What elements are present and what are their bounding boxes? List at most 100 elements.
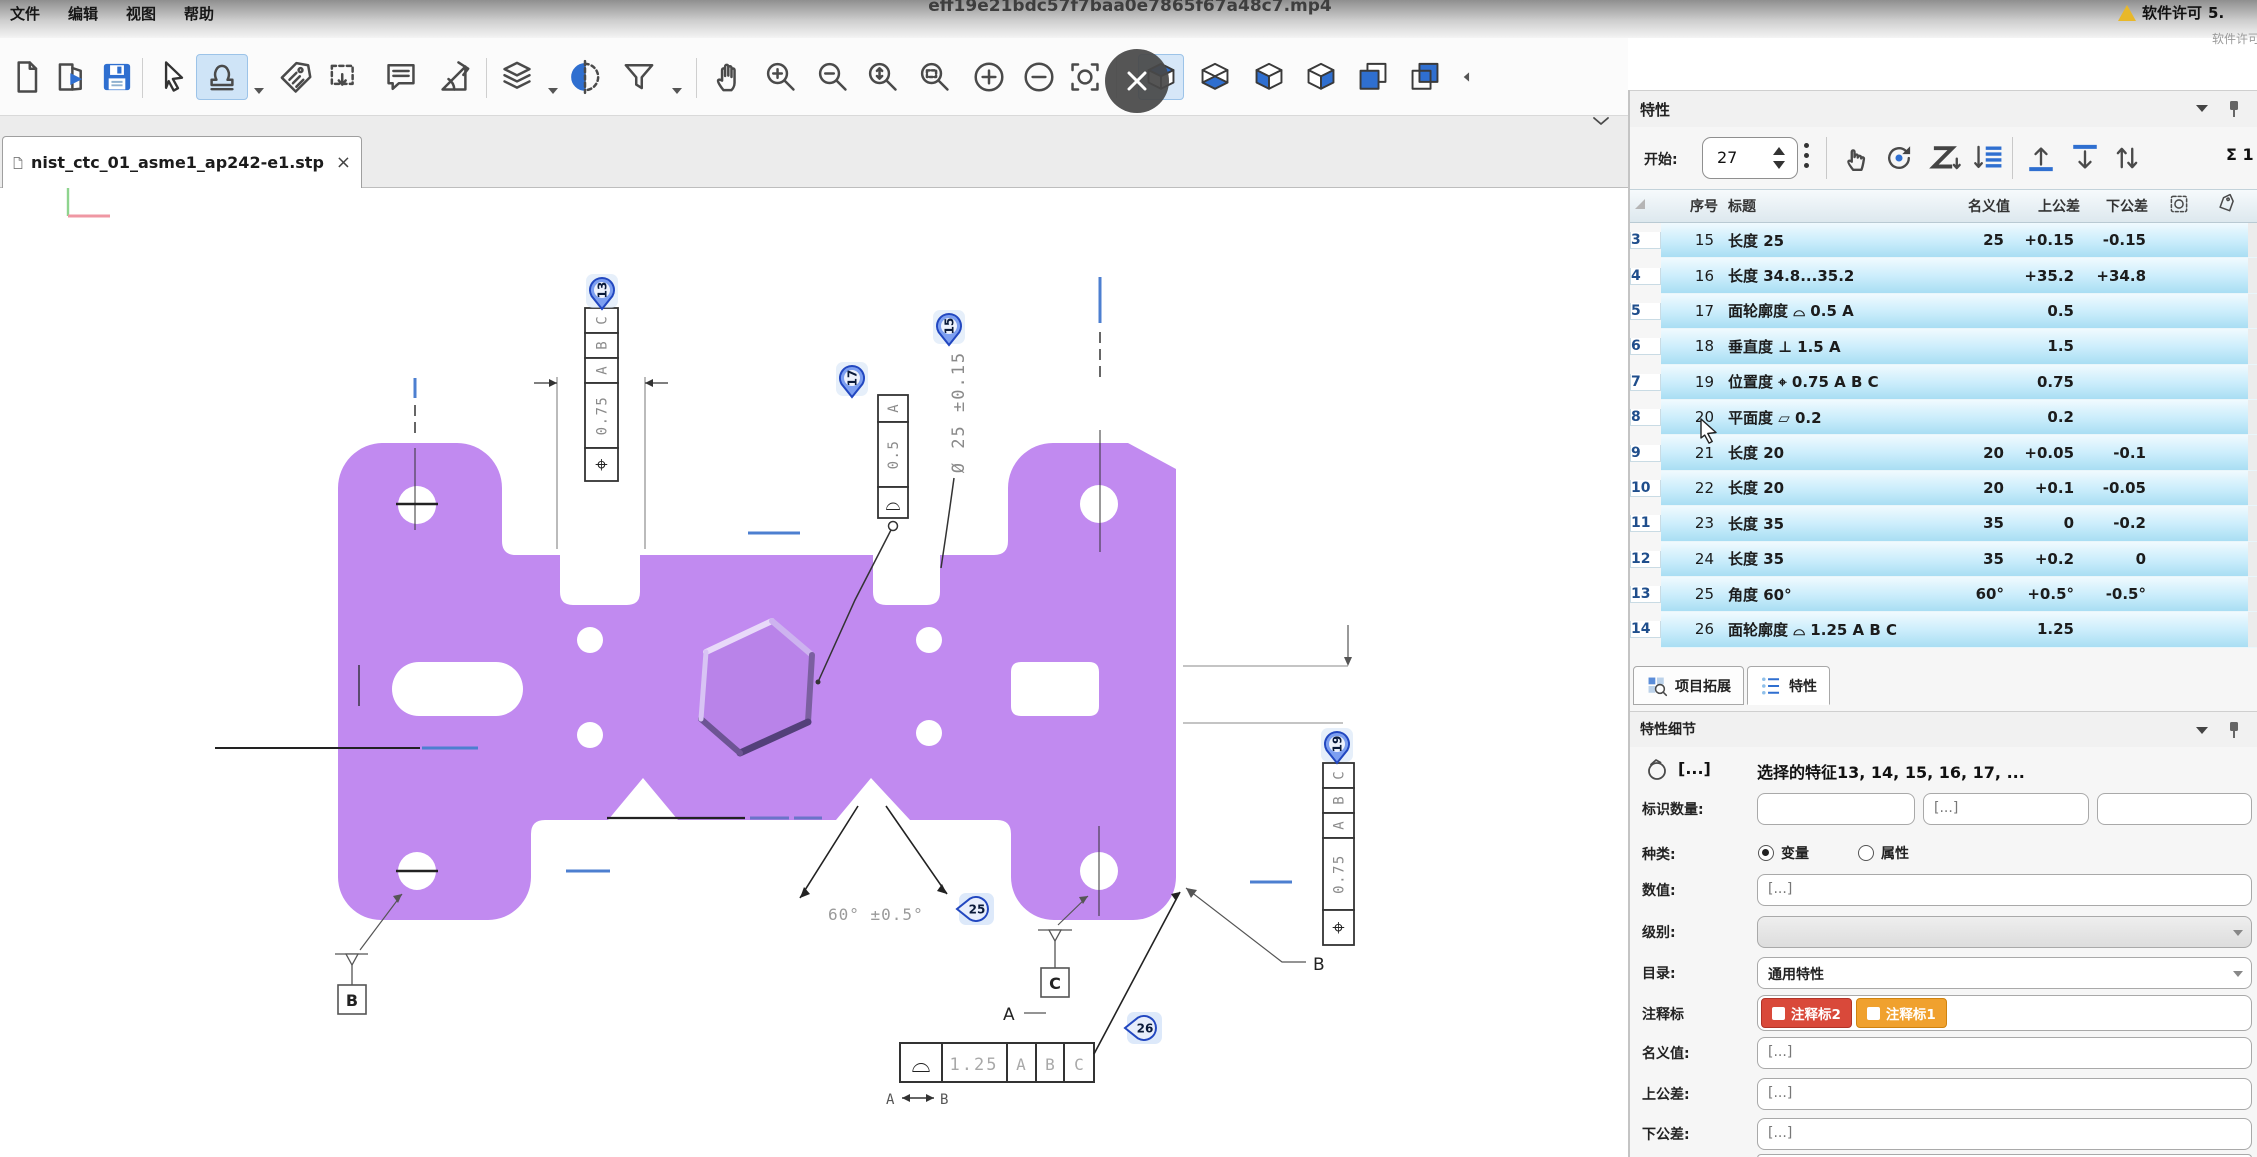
decrease-icon[interactable] (1016, 54, 1062, 100)
menu-view[interactable]: 视图 (126, 3, 156, 24)
comment-icon[interactable] (378, 54, 424, 100)
level-select[interactable] (1757, 916, 2252, 948)
id-count-input-1[interactable] (1757, 793, 1915, 825)
fcf-position-right[interactable]: C B A 0.75 ⌖ (1323, 763, 1354, 945)
fcf-profile-bottom[interactable]: ⌓ 1.25 A B C A B (886, 892, 1180, 1108)
move-bottom-icon[interactable] (2064, 137, 2106, 179)
id-count-input-3[interactable] (2097, 793, 2252, 825)
filter-icon[interactable] (616, 54, 662, 100)
fit-view-icon[interactable] (1062, 54, 1108, 100)
annotation-tag-2[interactable]: 注释标2 (1761, 998, 1852, 1028)
panel-collapse-caret-icon[interactable] (2196, 105, 2208, 112)
tag-tool-icon[interactable] (272, 54, 318, 100)
annotation-tags-container[interactable]: 注释标2 注释标1 (1757, 995, 2252, 1031)
nominal-input[interactable]: [...] (1757, 1037, 2252, 1069)
spinner-down-icon[interactable] (1773, 161, 1785, 169)
menu-edit[interactable]: 编辑 (68, 3, 98, 24)
increase-icon[interactable] (966, 54, 1012, 100)
table-row[interactable]: 1123长度 35350-0.2 (1630, 506, 2257, 541)
table-row[interactable]: 517面轮廓度 ⌓ 0.5 A0.5 (1630, 294, 2257, 329)
details-collapse-caret-icon[interactable] (2196, 727, 2208, 734)
panel-pin-icon[interactable] (2226, 99, 2242, 123)
license-status[interactable]: 软件许可 5. (2118, 2, 2224, 23)
table-row[interactable]: 1325角度 60°60°+0.5°-0.5° (1630, 577, 2257, 612)
table-row[interactable]: 1426面轮廓度 ⌓ 1.25 A B C1.25 (1630, 612, 2257, 647)
balloon-19[interactable]: 19 (1321, 728, 1353, 763)
rotate-icon[interactable] (1878, 137, 1920, 179)
layers-dropdown-caret[interactable] (548, 88, 558, 94)
col-header-tag-icon[interactable] (2216, 193, 2238, 219)
table-row[interactable]: 618垂直度 ⊥ 1.5 A1.5 (1630, 329, 2257, 364)
table-header-row[interactable]: 序号 标题 名义值 上公差 下公差 (1630, 189, 2257, 223)
start-index-spinner[interactable]: 27 (1702, 137, 1798, 179)
col-header-nominal[interactable]: 名义值 (1968, 196, 2010, 216)
view-cube-right-icon[interactable] (1298, 54, 1344, 100)
col-header-upper[interactable]: 上公差 (2038, 196, 2080, 216)
layers-icon[interactable] (494, 54, 540, 100)
view-cube-left-icon[interactable] (1246, 54, 1292, 100)
balloon-15[interactable]: 15 (933, 310, 965, 345)
col-header-lower[interactable]: 下公差 (2106, 196, 2152, 216)
view-cube-front-icon[interactable] (1350, 54, 1396, 100)
annotation-tag-1[interactable]: 注释标1 (1856, 998, 1947, 1028)
zoom-extents-icon[interactable] (860, 54, 906, 100)
tab-project-expand[interactable]: 项目拓展 (1633, 666, 1744, 705)
col-header-title[interactable]: 标题 (1728, 196, 1952, 216)
marquee-select-icon[interactable] (322, 54, 368, 100)
move-top-icon[interactable] (2020, 137, 2062, 179)
table-row[interactable]: 416长度 34.8...35.2+35.2+34.8 (1630, 258, 2257, 293)
details-pin-icon[interactable] (2226, 720, 2242, 744)
pan-hand-icon[interactable] (706, 54, 752, 100)
fcf-position-left[interactable]: C B A 0.75 ⌖ (585, 308, 618, 481)
table-row[interactable]: 921长度 2020+0.05-0.1 (1630, 435, 2257, 470)
tab-properties[interactable]: 特性 (1747, 666, 1830, 705)
menu-file[interactable]: 文件 (10, 3, 40, 24)
zigzag-order-icon[interactable] (1924, 137, 1966, 179)
pick-feature-icon[interactable] (1836, 137, 1878, 179)
spinner-menu-icon[interactable] (1804, 143, 1809, 173)
save-icon[interactable] (94, 54, 140, 100)
col-header-select-icon[interactable] (2168, 193, 2190, 219)
table-row[interactable]: 1224长度 3535+0.20 (1630, 542, 2257, 577)
zoom-window-icon[interactable] (912, 54, 958, 100)
upper-tol-input[interactable]: [...] (1757, 1078, 2252, 1110)
balloon-17[interactable]: 17 (836, 362, 868, 397)
video-close-button[interactable] (1105, 49, 1169, 113)
angle-dimension[interactable]: 60° ±0.5° (800, 806, 947, 924)
spinner-up-icon[interactable] (1773, 147, 1785, 155)
id-count-input-2[interactable]: [...] (1923, 793, 2089, 825)
radio-attribute[interactable]: 属性 (1858, 843, 1927, 863)
stamp-tool-icon[interactable] (196, 54, 248, 100)
balloon-13[interactable]: 13 (586, 274, 618, 309)
sort-list-icon[interactable] (1968, 137, 2010, 179)
balloon-25[interactable]: 25 (957, 893, 994, 925)
table-row[interactable]: 1022长度 2020+0.1-0.05 (1630, 471, 2257, 506)
stamp-dropdown-caret[interactable] (254, 88, 264, 94)
view-cube-back-icon[interactable] (1402, 54, 1448, 100)
zoom-in-icon[interactable] (758, 54, 804, 100)
toolbar-overflow-icon[interactable] (1456, 54, 1476, 100)
document-tab[interactable]: nist_ctc_01_asme1_ap242-e1.stp × (2, 136, 362, 188)
tab-close-icon[interactable]: × (336, 152, 351, 173)
diameter-dimension[interactable]: Ø 25 ±0.15 (941, 351, 969, 568)
balloon-26[interactable]: 26 (1125, 1012, 1162, 1044)
col-header-seq[interactable]: 序号 (1690, 196, 1728, 216)
table-row[interactable]: 315长度 2525+0.15-0.15 (1630, 223, 2257, 258)
section-view-icon[interactable] (562, 54, 608, 100)
lower-tol-input[interactable]: [...] (1757, 1118, 2252, 1150)
view-cube-bottom-icon[interactable] (1192, 54, 1238, 100)
zoom-out-icon[interactable] (810, 54, 856, 100)
expand-all-icon[interactable] (1630, 198, 1661, 214)
radio-variable[interactable]: 变量 (1758, 843, 1827, 863)
menu-help[interactable]: 帮助 (184, 3, 214, 24)
value-input[interactable]: [...] (1757, 874, 2252, 906)
catalog-select[interactable]: 通用特性 (1757, 957, 2252, 989)
checkbox-icon[interactable] (1867, 1007, 1880, 1020)
details-header[interactable]: 特性细节 (1630, 711, 2257, 747)
open-file-icon[interactable] (48, 54, 94, 100)
table-row[interactable]: 719位置度 ⌖ 0.75 A B C0.75 (1630, 365, 2257, 400)
filter-dropdown-caret[interactable] (672, 88, 682, 94)
checkbox-icon[interactable] (1772, 1007, 1785, 1020)
properties-panel-header[interactable]: 特性 (1630, 91, 2257, 127)
table-row[interactable]: 820平面度 ▱ 0.20.2 (1630, 400, 2257, 435)
